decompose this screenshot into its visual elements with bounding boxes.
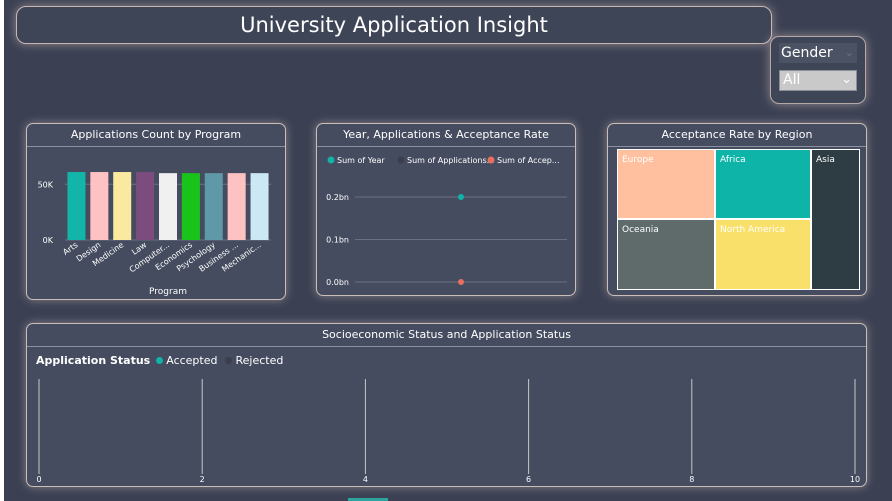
y-tick-label: 0K: [43, 236, 54, 245]
x-tick-label: 2: [200, 475, 205, 484]
x-tick-label: 10: [850, 475, 860, 484]
region-treemap: Europe Africa Asia Oceania North America: [617, 149, 860, 290]
window-edge: [0, 0, 4, 501]
bar: [227, 173, 246, 240]
legend-label: Sum of Accep...: [497, 156, 560, 165]
program-chart: 0K50KArtsDesignMedicine LawComputer...Eco…: [38, 172, 271, 297]
slicer-header[interactable]: Gender ⌄: [779, 43, 857, 63]
x-tick-label: 4: [363, 475, 368, 484]
legend-label: Sum of Year: [337, 156, 385, 165]
treemap-label: Europe: [622, 155, 654, 165]
x-tick-label: 8: [689, 475, 694, 484]
region-chart-title: Acceptance Rate by Region: [608, 124, 866, 147]
x-axis-label: Program: [149, 287, 187, 297]
program-chart-title: Applications Count by Program: [27, 124, 285, 147]
y-tick-label: 0.0bn: [326, 278, 349, 287]
treemap-label: North America: [720, 225, 786, 235]
bar: [67, 172, 86, 240]
treemap-tile-asia[interactable]: Asia: [811, 149, 860, 290]
socio-chart-title: Socioeconomic Status and Application Sta…: [27, 324, 866, 347]
page-title-banner: University Application Insight: [16, 6, 772, 44]
chevron-down-icon[interactable]: ⌄: [841, 70, 852, 89]
bar: [159, 173, 177, 240]
treemap-label: Africa: [720, 155, 746, 165]
treemap-label: Asia: [816, 155, 835, 165]
year-chart-title: Year, Applications & Acceptance Rate: [317, 124, 575, 147]
treemap-tile-north-america[interactable]: North America: [715, 219, 811, 290]
y-tick-label: 0.2bn: [326, 193, 349, 202]
bar: [204, 173, 223, 240]
page-title: University Application Insight: [240, 13, 548, 37]
bar: [136, 172, 155, 240]
gender-slicer: Gender ⌄ All ⌄: [770, 36, 866, 104]
legend-dot: [397, 156, 405, 164]
treemap-tile-oceania[interactable]: Oceania: [617, 219, 715, 290]
y-tick-label: 50K: [38, 180, 54, 189]
bar: [181, 173, 200, 240]
region-chart-card[interactable]: Acceptance Rate by Region Europe Africa As…: [607, 123, 867, 296]
data-point: [458, 279, 464, 285]
chevron-down-icon: ⌄: [844, 46, 854, 59]
program-chart-card[interactable]: Applications Count by Program 0K 50K Arts D…: [26, 123, 286, 300]
slicer-value: All: [783, 72, 801, 88]
treemap-tile-europe[interactable]: Europe: [617, 149, 715, 219]
y-tick-label: 0.1bn: [326, 236, 349, 245]
gender-dropdown[interactable]: All ⌄: [779, 70, 857, 91]
data-point: [458, 194, 464, 200]
year-chart-card[interactable]: Year, Applications & Acceptance Rate Sum…: [316, 123, 576, 296]
socio-chart: 0 2 4 6 8 10: [36, 379, 860, 484]
treemap-label: Oceania: [622, 225, 659, 235]
x-tick-label: 0: [36, 475, 41, 484]
year-chart: Sum of Year Sum of Applications... Sum of …: [326, 156, 567, 287]
legend-dot: [487, 156, 495, 164]
bar: [90, 172, 109, 240]
legend-dot: [327, 156, 335, 164]
legend-label: Sum of Applications...: [407, 156, 494, 165]
socio-chart-card[interactable]: Socioeconomic Status and Application Sta…: [26, 323, 867, 487]
x-tick-label: 6: [526, 475, 531, 484]
bar: [113, 172, 132, 240]
treemap-tile-africa[interactable]: Africa: [715, 149, 811, 219]
slicer-label: Gender: [781, 45, 833, 61]
bar: [250, 173, 269, 240]
